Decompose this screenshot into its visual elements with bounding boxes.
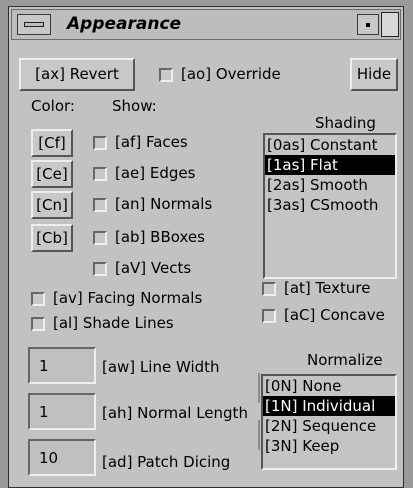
pane-sash[interactable] (258, 420, 260, 450)
appearance-window: Appearance [ax] Revert [ao] Override Hid… (8, 6, 404, 488)
line-width-label: [aw] Line Width (102, 358, 220, 376)
facing-normals-checkbox[interactable] (31, 292, 45, 306)
shade-lines-label: [al] Shade Lines (53, 314, 174, 332)
override-label: [ao] Override (181, 65, 281, 83)
shading-option-selected[interactable]: [1as] Flat (265, 155, 395, 175)
maximize-button[interactable] (381, 12, 399, 37)
color-faces-button[interactable]: [Cf] (31, 129, 73, 157)
override-checkbox[interactable] (159, 68, 173, 82)
texture-checkbox[interactable] (262, 282, 276, 296)
shading-option[interactable]: [2as] Smooth (265, 175, 395, 195)
vects-checkbox[interactable] (93, 262, 107, 276)
title-bar[interactable]: Appearance (11, 9, 401, 40)
window-menu-icon (24, 22, 44, 27)
color-normals-button[interactable]: [Cn] (31, 191, 73, 219)
concave-label: [aC] Concave (284, 306, 385, 324)
minimize-button[interactable] (357, 14, 379, 35)
color-edges-button[interactable]: [Ce] (31, 160, 73, 188)
shading-header: Shading (315, 114, 376, 132)
normal-length-input[interactable]: 1 (28, 393, 96, 430)
pane-sash[interactable] (258, 373, 260, 403)
normalize-option-selected[interactable]: [1N] Individual (263, 396, 395, 416)
bboxes-checkbox[interactable] (93, 231, 107, 245)
normals-checkbox[interactable] (93, 198, 107, 212)
window-title: Appearance (67, 14, 182, 34)
normalize-header: Normalize (307, 351, 383, 369)
normalize-option[interactable]: [0N] None (263, 376, 395, 396)
vects-label: [aV] Vects (115, 259, 192, 277)
minimize-icon (366, 23, 370, 27)
show-header: Show: (112, 97, 157, 115)
faces-label: [af] Faces (115, 133, 188, 151)
normalize-list[interactable]: [0N] None [1N] Individual [2N] Sequence … (261, 374, 397, 470)
patch-dicing-label: [ad] Patch Dicing (102, 453, 231, 471)
normalize-option[interactable]: [3N] Keep (263, 436, 395, 456)
patch-dicing-input[interactable]: 10 (28, 439, 96, 476)
hide-button[interactable]: Hide (350, 58, 398, 91)
normals-label: [an] Normals (115, 195, 213, 213)
shading-option[interactable]: [0as] Constant (265, 135, 395, 155)
bboxes-label: [ab] BBoxes (115, 228, 205, 246)
color-bboxes-button[interactable]: [Cb] (31, 224, 73, 252)
normalize-option[interactable]: [2N] Sequence (263, 416, 395, 436)
faces-checkbox[interactable] (93, 136, 107, 150)
window-menu-button[interactable] (17, 14, 51, 35)
texture-label: [at] Texture (284, 279, 371, 297)
edges-label: [ae] Edges (115, 164, 196, 182)
concave-checkbox[interactable] (262, 309, 276, 323)
line-width-input[interactable]: 1 (28, 347, 96, 384)
shade-lines-checkbox[interactable] (31, 317, 45, 331)
normal-length-label: [ah] Normal Length (102, 404, 248, 422)
shading-list[interactable]: [0as] Constant [1as] Flat [2as] Smooth [… (263, 133, 397, 279)
shading-option[interactable]: [3as] CSmooth (265, 195, 395, 215)
revert-button[interactable]: [ax] Revert (19, 58, 135, 91)
color-header: Color: (31, 97, 75, 115)
facing-normals-label: [av] Facing Normals (53, 289, 203, 307)
edges-checkbox[interactable] (93, 167, 107, 181)
